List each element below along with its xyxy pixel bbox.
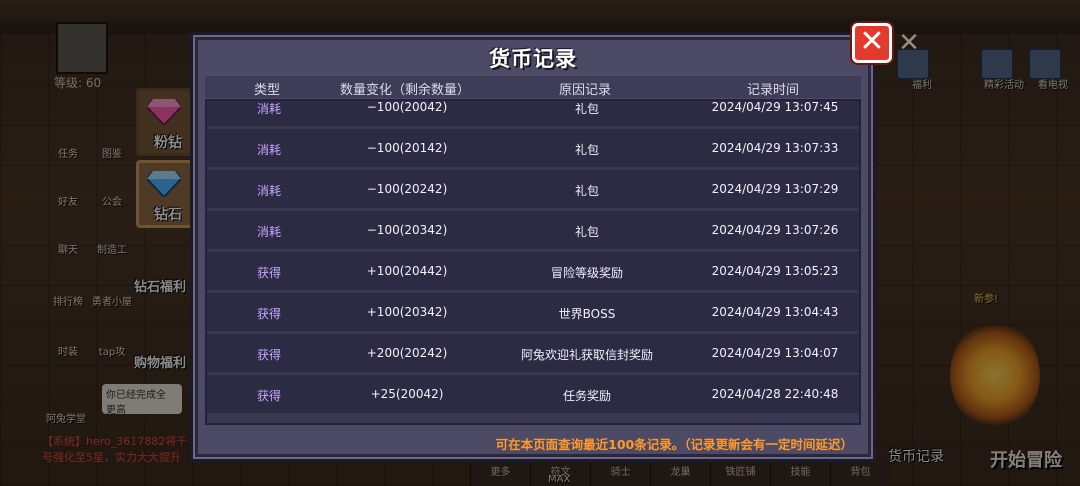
column-header-time: 记录时间 xyxy=(746,83,800,98)
cell-time: 2024/04/29 13:04:43 xyxy=(711,305,839,319)
currency-record-dialog: 货币记录 类型 数量变化（剩余数量） 原因记录 记录时间 消耗 −100(2004… xyxy=(190,32,876,462)
cell-type: 获得 xyxy=(256,348,282,362)
table-row: 消耗 −100(20042) 礼包 2024/04/29 13:07:45 xyxy=(207,100,859,129)
cell-time: 2024/04/29 13:05:23 xyxy=(711,264,839,278)
close-icon: ✕ xyxy=(898,28,920,58)
table-row: 获得 +100(20442) 冒险等级奖励 2024/04/29 13:05:23 xyxy=(207,252,859,293)
cell-type: 消耗 xyxy=(256,225,282,239)
cell-type: 获得 xyxy=(256,266,282,280)
column-header-type: 类型 xyxy=(253,83,281,98)
table-header: 类型 数量变化（剩余数量） 原因记录 记录时间 xyxy=(205,76,861,98)
cell-change: +200(20242) xyxy=(366,346,448,360)
cell-reason: 礼包 xyxy=(574,143,600,157)
cell-reason: 礼包 xyxy=(574,225,600,239)
cell-time: 2024/04/28 22:40:48 xyxy=(711,387,839,401)
cell-change: −100(20342) xyxy=(366,223,448,237)
cell-type: 消耗 xyxy=(256,184,282,198)
record-list[interactable]: 消耗 −100(20042) 礼包 2024/04/29 13:07:45 消耗 −100… xyxy=(205,99,861,425)
cell-reason: 冒险等级奖励 xyxy=(550,266,624,280)
cell-change: −100(20242) xyxy=(366,182,448,196)
column-header-change: 数量变化（剩余数量） xyxy=(339,83,471,98)
cell-reason: 世界BOSS xyxy=(558,307,616,321)
dialog-title: 货币记录 xyxy=(489,47,577,71)
table-row: 消耗 −100(20242) 礼包 2024/04/29 13:07:29 xyxy=(207,170,859,211)
cell-type: 获得 xyxy=(256,389,282,403)
cell-reason: 任务奖励 xyxy=(562,389,612,403)
table-row: 消耗 −100(20142) 礼包 2024/04/29 13:07:33 xyxy=(207,129,859,170)
cell-reason: 礼包 xyxy=(574,102,600,116)
record-note: 可在本页面查询最近100条记录。（记录更新会有一定时间延迟） xyxy=(495,437,853,452)
table-row: 消耗 −100(20342) 礼包 2024/04/29 13:07:26 xyxy=(207,211,859,252)
cell-time: 2024/04/29 13:07:26 xyxy=(711,223,839,237)
column-header-reason: 原因记录 xyxy=(558,83,612,98)
close-button[interactable]: ✕ xyxy=(852,23,892,63)
cell-type: 消耗 xyxy=(256,143,282,157)
cell-change: +100(20342) xyxy=(366,305,448,319)
cell-change: +25(20042) xyxy=(370,387,444,401)
cell-type: 获得 xyxy=(256,307,282,321)
cell-time: 2024/04/29 13:07:45 xyxy=(711,100,839,114)
cell-change: −100(20142) xyxy=(366,141,448,155)
cell-change: +100(20442) xyxy=(366,264,448,278)
cell-type: 消耗 xyxy=(256,102,282,116)
cell-time: 2024/04/29 13:04:07 xyxy=(711,346,839,360)
cell-change: −100(20042) xyxy=(366,100,448,114)
cell-reason: 礼包 xyxy=(574,184,600,198)
cell-reason: 阿兔欢迎礼获取信封奖励 xyxy=(520,348,654,362)
table-row: 获得 +25(20042) 任务奖励 2024/04/28 22:40:48 xyxy=(207,375,859,416)
cell-time: 2024/04/29 13:07:33 xyxy=(711,141,839,155)
cell-time: 2024/04/29 13:07:29 xyxy=(711,182,839,196)
table-row: 获得 +200(20242) 阿兔欢迎礼获取信封奖励 2024/04/29 13:04… xyxy=(207,334,859,375)
table-row: 获得 +100(20342) 世界BOSS 2024/04/29 13:04:43 xyxy=(207,293,859,334)
